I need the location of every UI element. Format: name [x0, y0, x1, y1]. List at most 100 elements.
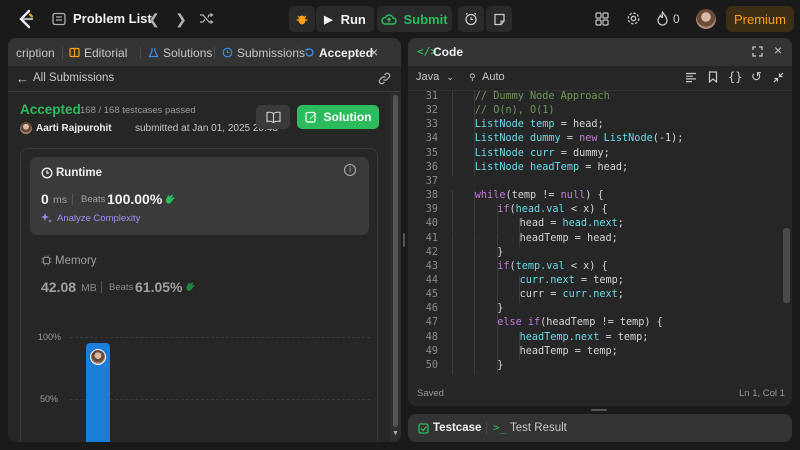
horizontal-splitter-handle[interactable]	[591, 409, 607, 411]
left-tab-bar: cription Editorial Solutions Submissions…	[8, 38, 401, 66]
open-book-icon	[265, 111, 281, 123]
submission-panel: cription Editorial Solutions Submissions…	[8, 38, 401, 442]
vertical-splitter-handle[interactable]	[403, 233, 405, 247]
streak-flame-icon[interactable]	[656, 11, 669, 26]
testcases-passed: 168 / 168 testcases passed	[80, 105, 196, 116]
code-panel: </> Code × Java ⌄ ⚲ Auto {} ↺ Saved Ln 1…	[408, 38, 792, 406]
back-arrow-icon[interactable]: ←	[16, 71, 29, 86]
notes-button[interactable]	[486, 6, 512, 32]
run-button[interactable]: ▶ Run	[316, 6, 374, 32]
lock-icon: ⚲	[469, 72, 476, 82]
runtime-unit: ms	[53, 194, 67, 206]
maximize-icon[interactable]	[752, 46, 763, 57]
tab-divider	[62, 47, 63, 59]
debug-button[interactable]	[289, 6, 315, 32]
memory-beats-value: 61.05%	[135, 279, 183, 295]
clock-icon	[41, 167, 53, 179]
gear-icon[interactable]	[626, 11, 641, 26]
memory-title: Memory	[55, 255, 97, 267]
notebook-button[interactable]	[256, 105, 290, 129]
y-tick-label: 50%	[40, 394, 59, 404]
code-panel-title: Code	[433, 45, 463, 59]
close-tab-icon[interactable]: ×	[370, 44, 378, 60]
divider	[101, 281, 102, 293]
runtime-beats-value: 100.00%	[107, 191, 163, 207]
cursor-position: Ln 1, Col 1	[739, 388, 785, 399]
prev-problem-icon[interactable]: ❮	[146, 11, 162, 27]
collapse-icon[interactable]	[773, 72, 784, 83]
shuffle-icon[interactable]	[199, 11, 214, 26]
auto-mode-toggle[interactable]: ⚲ Auto	[469, 71, 505, 83]
runtime-distribution-chart: 100% 50%	[20, 318, 378, 442]
analyze-complexity-link[interactable]: Analyze Complexity	[57, 213, 140, 224]
runtime-beats-label: Beats	[81, 194, 106, 205]
tab-solutions[interactable]: Solutions	[148, 46, 212, 60]
note-icon	[493, 13, 505, 25]
book-icon	[69, 47, 80, 58]
bug-icon	[296, 15, 308, 25]
runtime-value: 0	[41, 191, 49, 207]
history-icon	[304, 48, 314, 57]
editor-scrollbar-thumb[interactable]	[783, 228, 790, 303]
user-avatar[interactable]	[696, 9, 716, 29]
clap-icon	[166, 194, 175, 204]
chevron-down-icon: ⌄	[446, 72, 454, 82]
premium-button[interactable]: Premium	[726, 6, 794, 32]
chip-icon	[41, 255, 52, 266]
tab-divider	[486, 422, 487, 434]
scroll-down-icon[interactable]: ▼	[392, 430, 399, 437]
code-status-bar: Saved Ln 1, Col 1	[408, 374, 792, 406]
language-select[interactable]: Java ⌄	[416, 71, 454, 83]
bookmark-icon[interactable]	[708, 71, 718, 83]
format-lines-icon[interactable]	[685, 72, 697, 83]
timer-button[interactable]	[458, 6, 484, 32]
author-avatar[interactable]	[20, 122, 32, 134]
curly-braces-icon[interactable]: {}	[728, 70, 742, 84]
tab-accepted[interactable]: Accepted	[304, 46, 373, 60]
edit-icon	[304, 111, 316, 123]
divider	[8, 91, 401, 92]
tab-submissions[interactable]: Submissions	[222, 46, 305, 60]
solution-button[interactable]: Solution	[297, 105, 379, 129]
cloud-upload-icon	[381, 13, 398, 25]
tab-description[interactable]: cription	[16, 46, 55, 60]
problem-list-icon[interactable]	[52, 12, 66, 26]
tab-divider	[140, 47, 141, 59]
test-panel: Testcase >_ Test Result	[408, 414, 792, 442]
tab-divider	[298, 47, 299, 59]
scrollbar-thumb[interactable]	[393, 95, 398, 427]
divider	[408, 90, 792, 91]
info-icon[interactable]: i	[344, 164, 356, 176]
submit-button[interactable]: Submit	[377, 6, 452, 32]
next-problem-icon[interactable]: ❯	[173, 11, 189, 27]
runtime-title: Runtime	[56, 167, 102, 179]
save-status: Saved	[417, 388, 444, 399]
link-icon[interactable]	[378, 72, 391, 85]
tab-testcase[interactable]: Testcase	[433, 422, 481, 434]
memory-unit: MB	[81, 282, 97, 294]
flask-icon	[148, 48, 159, 58]
tab-test-result[interactable]: Test Result	[510, 422, 567, 434]
all-submissions-link[interactable]: All Submissions	[33, 72, 114, 84]
close-panel-icon[interactable]: ×	[774, 42, 782, 58]
checkbox-icon	[418, 423, 429, 434]
terminal-icon: >_	[493, 421, 507, 434]
history-icon	[222, 47, 233, 58]
status-label: Accepted	[20, 102, 81, 117]
author-name[interactable]: Aarti Rajpurohit	[36, 123, 112, 134]
top-bar: Problem List ❮ ❯ ▶ Run Submit 0 Premium	[0, 0, 800, 38]
play-icon: ▶	[324, 13, 333, 26]
sparkle-icon	[41, 213, 52, 223]
alarm-clock-icon	[465, 12, 477, 26]
problem-list-link[interactable]: Problem List	[73, 11, 152, 26]
memory-value: 42.08	[41, 279, 77, 295]
tab-editorial[interactable]: Editorial	[69, 46, 127, 60]
leetcode-logo-icon[interactable]	[16, 9, 36, 29]
streak-count: 0	[673, 12, 680, 26]
divider	[72, 193, 73, 205]
code-tab-bar: </> Code ×	[408, 38, 792, 66]
reset-icon[interactable]: ↺	[751, 69, 762, 85]
memory-beats-label: Beats	[109, 282, 134, 293]
layout-grid-icon[interactable]	[595, 12, 609, 26]
gridline	[70, 399, 370, 400]
